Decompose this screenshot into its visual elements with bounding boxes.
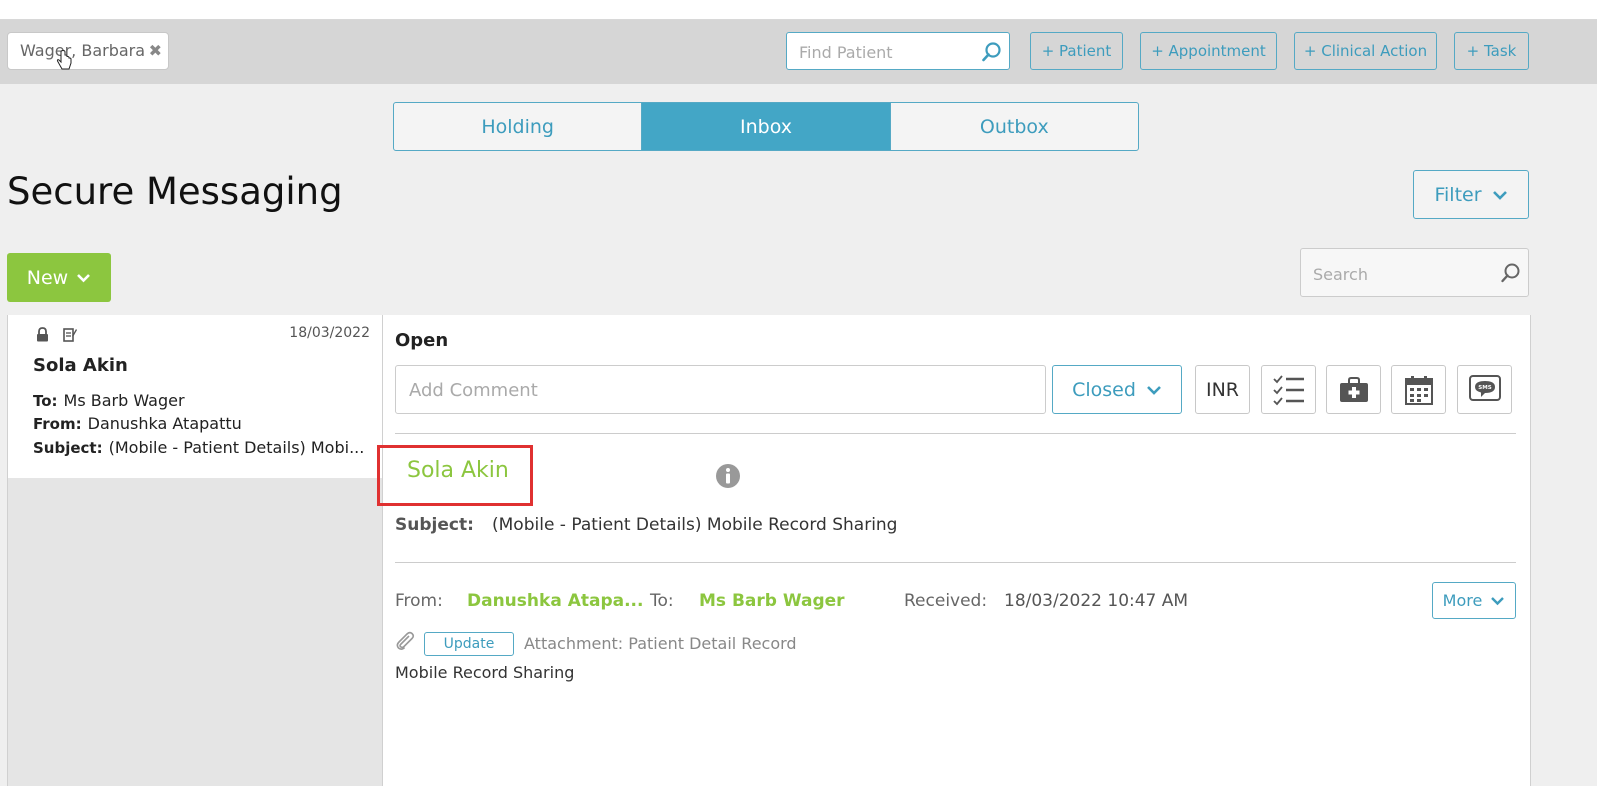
- chevron-down-icon: [77, 273, 91, 282]
- chevron-down-icon: [1146, 385, 1161, 395]
- add-task-button[interactable]: + Task: [1454, 32, 1529, 70]
- message-search-input[interactable]: [1311, 255, 1485, 293]
- detail-subject: (Mobile - Patient Details) Mobile Record…: [492, 515, 898, 535]
- tab-holding[interactable]: Holding: [394, 103, 641, 150]
- message-subject: (Mobile - Patient Details) Mobi...: [108, 438, 365, 457]
- divider: [395, 433, 1516, 434]
- hand-cursor-icon: [56, 50, 72, 70]
- message-list: 18/03/2022 Sola Akin To: Ms Barb Wager Fr…: [7, 315, 383, 786]
- medical-kit-icon: [1339, 376, 1368, 402]
- add-clinical-action-button[interactable]: + Clinical Action: [1294, 32, 1437, 70]
- new-label: New: [26, 266, 69, 289]
- page-title: Secure Messaging: [7, 170, 343, 213]
- close-icon[interactable]: ✖: [149, 33, 162, 69]
- medical-kit-button[interactable]: [1326, 365, 1381, 414]
- message-search-field[interactable]: [1300, 248, 1529, 297]
- message-from-row: From: Danushka Atapattu: [33, 414, 242, 433]
- note-icon: [63, 328, 77, 342]
- attachment-label[interactable]: Attachment: Patient Detail Record: [524, 634, 797, 653]
- inr-label: INR: [1205, 378, 1240, 401]
- find-patient-field[interactable]: [786, 32, 1010, 71]
- more-button[interactable]: More: [1432, 582, 1516, 619]
- tab-inbox[interactable]: Inbox: [641, 103, 890, 150]
- lock-icon: [37, 327, 48, 342]
- message-body: Mobile Record Sharing: [395, 663, 575, 682]
- message-detail: Open Closed INR: [377, 315, 1531, 786]
- from-label: From:: [395, 591, 443, 611]
- info-icon[interactable]: [715, 463, 741, 489]
- chevron-down-icon: [1491, 596, 1505, 605]
- comment-field[interactable]: [395, 365, 1046, 415]
- status-select-label: Closed: [1072, 378, 1136, 401]
- comment-input[interactable]: [407, 366, 1031, 415]
- from-label: From:: [33, 415, 82, 433]
- sms-button[interactable]: SMS: [1457, 365, 1512, 414]
- to-label: To:: [650, 591, 674, 611]
- message-status: Open: [395, 330, 449, 351]
- message-date: 18/03/2022: [289, 325, 370, 341]
- subject-label: Subject:: [33, 439, 103, 457]
- search-icon[interactable]: [1500, 262, 1522, 284]
- add-appointment-button[interactable]: + Appointment: [1140, 32, 1277, 70]
- add-patient-button[interactable]: + Patient: [1030, 32, 1123, 70]
- svg-text:SMS: SMS: [1478, 385, 1491, 391]
- message-flags: [36, 327, 77, 342]
- patient-tab-name: Wager, Barbara: [20, 41, 146, 60]
- detail-from[interactable]: Danushka Atapa...: [467, 591, 643, 611]
- filter-button[interactable]: Filter: [1413, 170, 1529, 219]
- message-to-row: To: Ms Barb Wager: [33, 391, 185, 410]
- message-list-item[interactable]: 18/03/2022 Sola Akin To: Ms Barb Wager Fr…: [8, 315, 382, 478]
- header-bar: Wager, Barbara ✖ + Patient + Appointment…: [0, 20, 1597, 84]
- checklist-button[interactable]: [1261, 365, 1316, 414]
- chevron-down-icon: [1492, 190, 1507, 200]
- message-sender: Sola Akin: [33, 355, 128, 376]
- inr-button[interactable]: INR: [1195, 365, 1250, 414]
- update-button[interactable]: Update: [424, 632, 514, 656]
- calendar-button[interactable]: [1391, 365, 1446, 414]
- detail-received: 18/03/2022 10:47 AM: [1004, 591, 1189, 611]
- patient-tab[interactable]: Wager, Barbara ✖: [7, 32, 169, 70]
- filter-label: Filter: [1434, 183, 1482, 206]
- more-label: More: [1442, 591, 1483, 610]
- tab-outbox[interactable]: Outbox: [889, 103, 1138, 150]
- calendar-icon: [1404, 375, 1433, 405]
- status-select[interactable]: Closed: [1052, 365, 1182, 414]
- detail-to[interactable]: Ms Barb Wager: [699, 591, 845, 611]
- received-label: Received:: [904, 591, 988, 611]
- message-subject-row: Subject: (Mobile - Patient Details) Mobi.…: [33, 438, 364, 457]
- paperclip-icon: [396, 631, 415, 650]
- find-patient-input[interactable]: [797, 33, 971, 71]
- message-from: Danushka Atapattu: [87, 414, 242, 433]
- mailbox-tabs: Holding Inbox Outbox: [393, 102, 1139, 151]
- new-button[interactable]: New: [7, 253, 111, 302]
- sms-icon: SMS: [1468, 374, 1501, 401]
- message-to: Ms Barb Wager: [63, 391, 185, 410]
- top-strip: [0, 0, 1597, 20]
- search-icon[interactable]: [981, 41, 1003, 63]
- divider: [395, 562, 1516, 563]
- to-label: To:: [33, 392, 58, 410]
- checklist-icon: [1272, 374, 1304, 405]
- subject-label: Subject:: [395, 515, 474, 535]
- detail-sender[interactable]: Sola Akin: [407, 458, 509, 483]
